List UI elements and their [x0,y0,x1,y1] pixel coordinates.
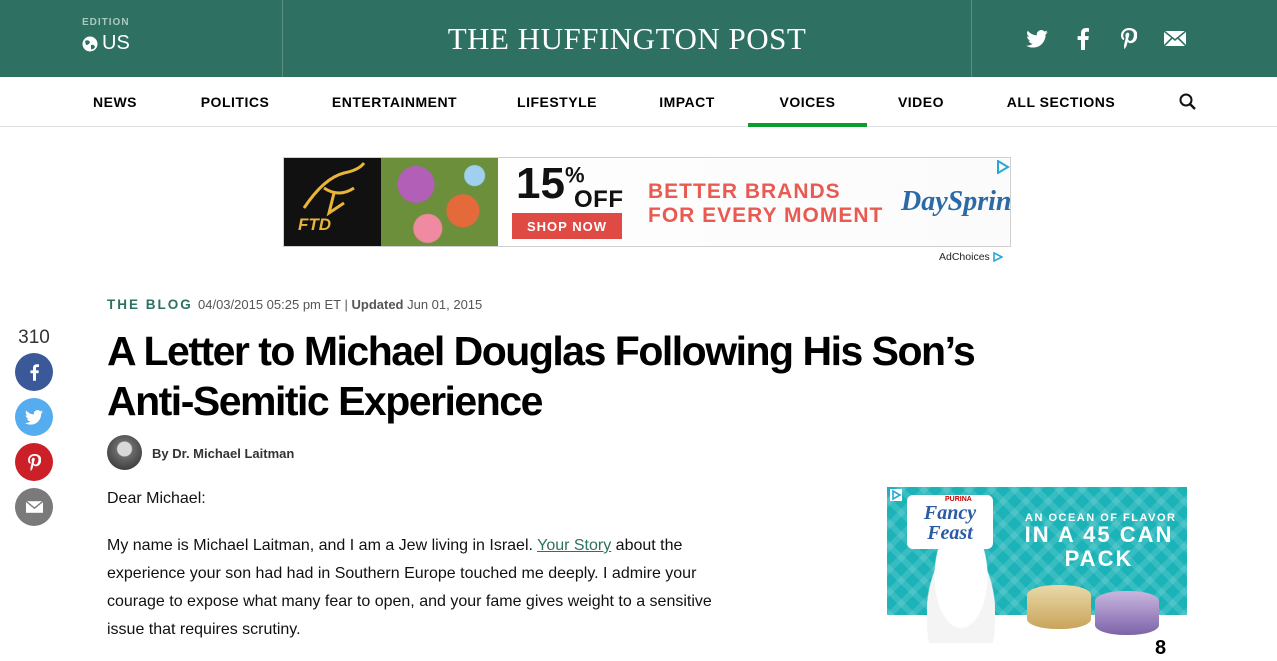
email-icon[interactable] [1163,27,1187,51]
share-twitter-button[interactable] [15,398,53,436]
ad-line-2: FOR EVERY MOMENT [648,204,884,227]
adchoices-icon [992,252,1003,262]
adchoices-icon[interactable] [996,160,1010,174]
site-logo[interactable]: THE HUFFINGTON POST [283,0,971,77]
nav-news[interactable]: NEWS [80,77,150,127]
facebook-icon[interactable] [1071,27,1095,51]
section-label[interactable]: THE BLOG [107,297,193,312]
edition-selector[interactable]: EDITION US [0,0,283,77]
ad-off: OFF [574,186,624,213]
nav-all-sections[interactable]: ALL SECTIONS [998,77,1124,127]
article-title-line-1: A Letter to Michael Douglas Following Hi… [107,328,976,374]
edition-label: EDITION [82,17,130,28]
adchoices-link[interactable]: AdChoices [939,251,1003,263]
author-byline[interactable]: By Dr. Michael Laitman [152,446,294,461]
article-title-line-2: Anti-Semitic Experience [107,378,543,424]
p1-text-line4: issue that requires scrutiny. [107,621,301,638]
pinterest-icon[interactable] [1117,27,1141,51]
ftd-text: FTD [298,215,332,234]
dateline: 04/03/2015 05:25 pm ET | Updated Jun 01,… [198,297,482,312]
globe-icon [82,36,98,51]
updated-label: Updated [351,297,404,312]
nav-voices[interactable]: VOICES [748,77,867,127]
facebook-icon [29,363,39,381]
masthead: EDITION US THE HUFFINGTON POST [0,0,1277,77]
twitter-icon[interactable] [1025,27,1049,51]
shop-now-button[interactable]: SHOP NOW [512,213,622,239]
twitter-icon [25,409,43,425]
body-paragraph-1: My name is Michael Laitman, and I am a J… [107,532,797,644]
salutation: Dear Michael: [107,490,206,507]
fancy-feast-logo: Fancy Feast [907,495,993,549]
article-title: A Letter to Michael Douglas Following Hi… [107,326,1107,426]
p1-text-start: My name is Michael Laitman, and I am a J… [107,537,538,554]
email-icon [25,501,43,513]
p1-text-line1-end: about the [611,537,683,554]
main-nav: NEWS POLITICS ENTERTAINMENT LIFESTYLE IM… [0,77,1277,127]
header-social [971,0,1277,77]
share-count: 310 [18,327,50,348]
share-facebook-button[interactable] [15,353,53,391]
ad-line-1: BETTER BRANDS [648,180,841,203]
adchoices-label: AdChoices [939,251,990,263]
dayspring-logo: DaySpring [901,186,1011,217]
purina-label: PURINA [945,496,972,503]
side-ad-headline: IN A 45 CAN PACK [1024,522,1174,571]
nav-politics[interactable]: POLITICS [190,77,280,127]
author-avatar[interactable] [107,435,142,470]
brand-line-2: Feast [927,522,973,544]
brand-line-1: Fancy [923,502,977,524]
nav-lifestyle[interactable]: LIFESTYLE [507,77,607,127]
adchoices-icon[interactable] [890,489,902,501]
edition-value[interactable]: US [82,32,130,55]
updated-date: Jun 01, 2015 [403,297,483,312]
ad-percent: 15 [516,159,565,208]
edition-value-text: US [102,32,130,54]
ad-percent-sign: % [564,162,585,188]
side-ad[interactable]: Fancy Feast PURINA AN OCEAN OF FLAVOR IN… [887,487,1187,661]
flowers-image [381,158,498,246]
can-image [1027,585,1091,629]
nav-video[interactable]: VIDEO [888,77,954,127]
share-email-button[interactable] [15,488,53,526]
date-separator: | [340,297,352,312]
side-ad-partial-text: 8 [1155,637,1167,659]
p1-text-line2: experience your son had had in Southern … [107,565,697,582]
can-image [1095,591,1159,635]
banner-ad[interactable]: FTD 15% OFF SHOP NOW BETTER BRANDS FOR E… [283,157,1011,247]
share-pinterest-button[interactable] [15,443,53,481]
cat-image [927,547,995,643]
nav-entertainment[interactable]: ENTERTAINMENT [322,77,467,127]
search-icon[interactable] [1178,92,1198,112]
pinterest-icon [27,453,41,471]
nav-impact[interactable]: IMPACT [648,77,726,127]
publish-date: 04/03/2015 05:25 pm ET [198,297,341,312]
ftd-logo: FTD [284,158,381,246]
your-story-link[interactable]: Your Story [537,537,611,554]
p1-text-line3: courage to expose what many fear to open… [107,593,712,610]
